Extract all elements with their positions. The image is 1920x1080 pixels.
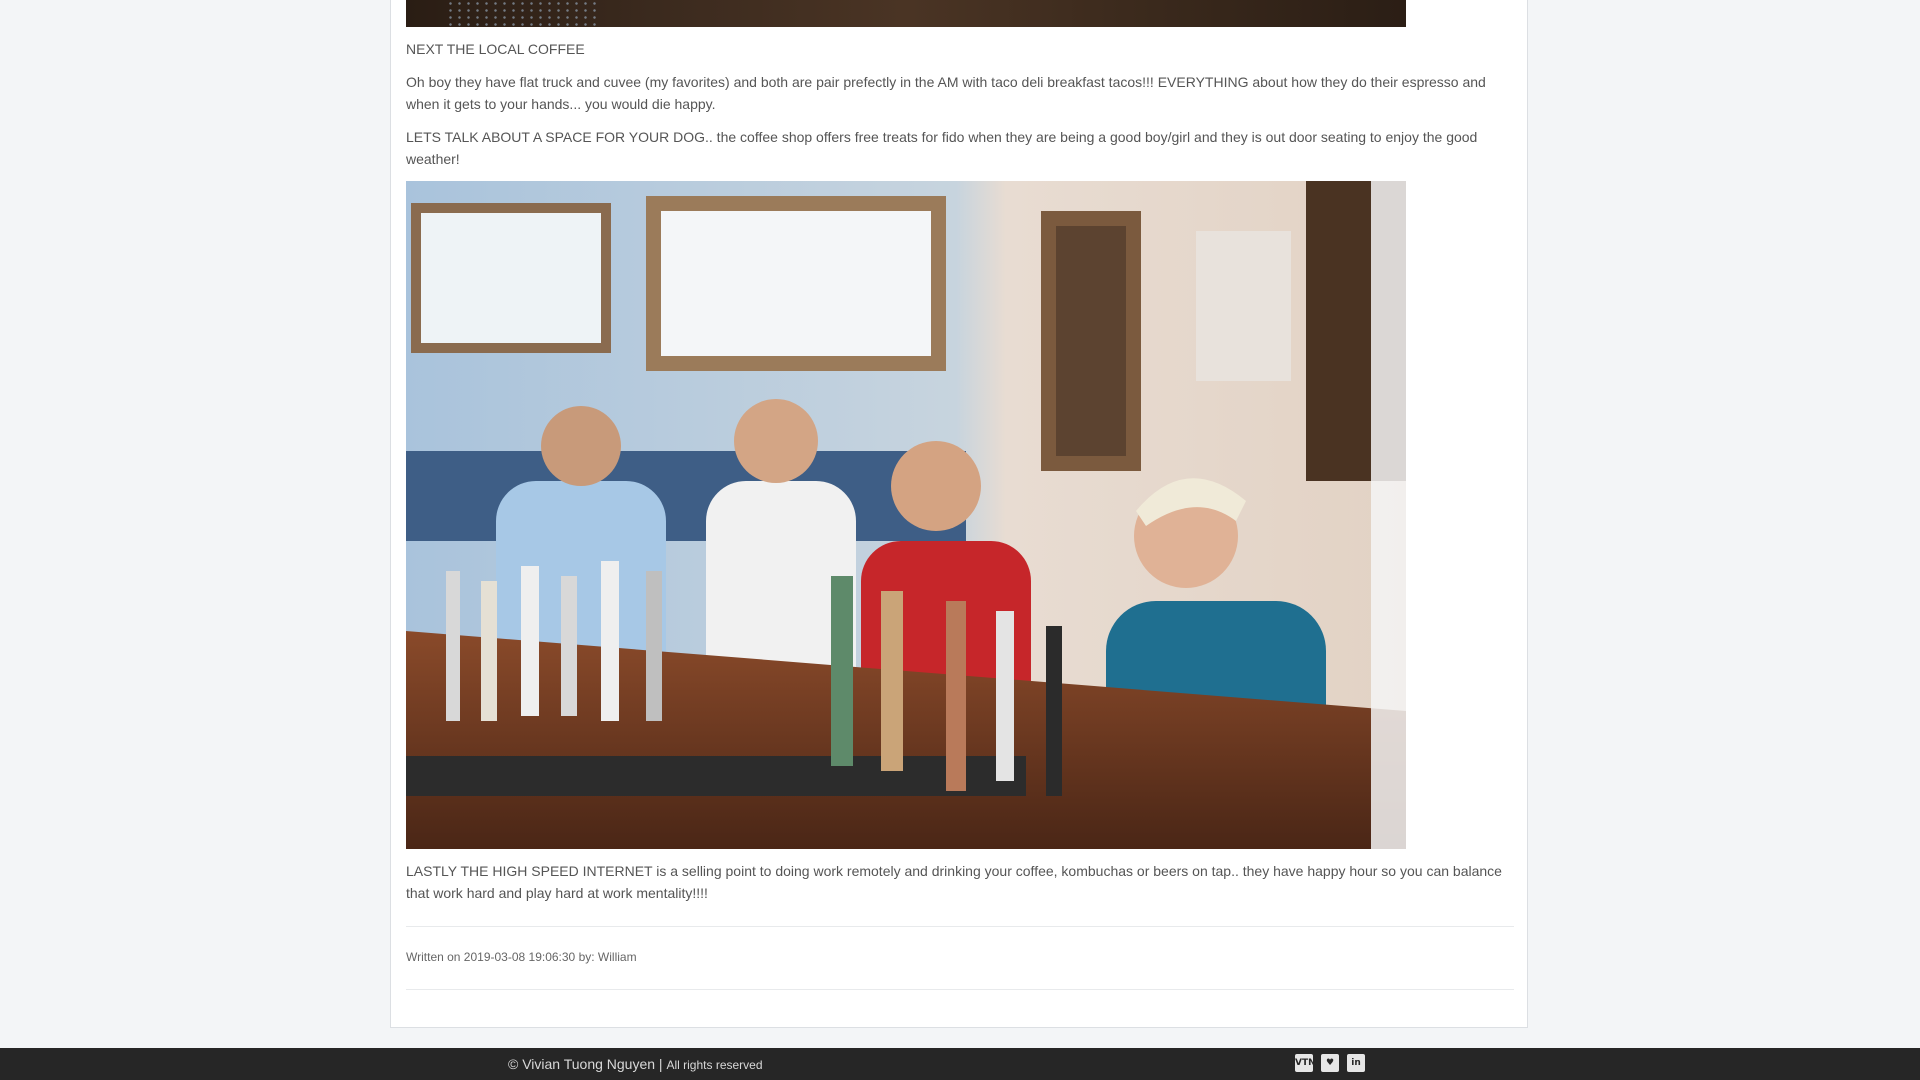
linkedin-icon[interactable]: in [1347,1054,1365,1072]
top-photo [406,0,1406,27]
post-meta: Written on 2019-03-08 19:06:30 by: Willi… [406,950,637,964]
section-heading-coffee: NEXT THE LOCAL COFFEE [406,41,585,57]
paragraph-coffee: Oh boy they have flat truck and cuvee (m… [406,74,1486,112]
paragraph-dog: LETS TALK ABOUT A SPACE FOR YOUR DOG.. t… [406,129,1478,167]
divider-bottom [406,989,1514,990]
footer-copyright: © Vivian Tuong Nguyen | All rights reser… [508,1056,763,1072]
rights-text: All rights reserved [666,1058,763,1072]
paragraph-internet: LASTLY THE HIGH SPEED INTERNET is a sell… [406,863,1502,901]
heart-shield-icon[interactable]: ♥ [1321,1054,1339,1072]
divider-top [406,926,1514,927]
copyright-text: © Vivian Tuong Nguyen | [508,1056,667,1072]
vtn-logo-icon[interactable]: VTN [1295,1054,1316,1072]
footer: © Vivian Tuong Nguyen | All rights reser… [0,1048,1920,1080]
cafe-bar-photo [406,181,1406,849]
